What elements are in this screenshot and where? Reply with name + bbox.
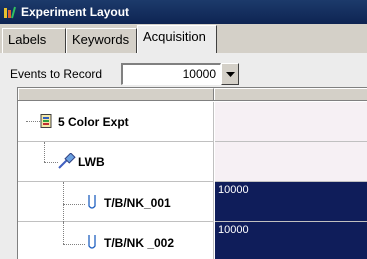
table-row[interactable]: LWB [18,142,367,182]
events-dropdown-button[interactable] [221,63,239,85]
tree-label-tube: T/B/NK _002 [104,236,175,250]
value-cell[interactable] [215,142,367,182]
tree-connector [63,182,64,222]
chevron-down-icon [225,67,235,81]
tab-keywords[interactable]: Keywords [66,28,137,53]
value-cell-selected[interactable]: 10000 [215,222,367,259]
tab-acquisition[interactable]: Acquisition [137,25,217,53]
value-cell[interactable] [215,102,367,142]
tab-strip: Labels Keywords Acquisition [0,24,367,77]
title-bar[interactable]: Experiment Layout [0,0,367,24]
acquisition-grid: 5 Color Expt LWB T/B/NK_001 10000 T/B/NK… [17,87,367,259]
experiment-layout-window: Experiment Layout Labels Keywords Acquis… [0,0,367,259]
tree-connector [44,142,45,162]
table-row[interactable]: T/B/NK _002 10000 [18,222,367,259]
tab-labels[interactable]: Labels [2,28,66,53]
tree-cell: 5 Color Expt [18,102,214,142]
value-cell-selected[interactable]: 10000 [215,182,367,222]
table-row[interactable]: 5 Color Expt [18,102,367,142]
window-title: Experiment Layout [21,5,130,19]
events-to-record-label: Events to Record [10,67,103,81]
tree-label-experiment: 5 Color Expt [58,115,129,129]
tube-icon [88,234,96,253]
grid-header-value-column[interactable] [214,88,367,100]
experiment-layout-icon [3,5,17,19]
tree-connector [26,121,40,122]
events-to-record-input[interactable]: 10000 [121,63,221,85]
tree-connector [44,162,58,163]
experiment-icon [40,114,52,131]
tree-label-specimen: LWB [78,155,105,169]
acquisition-panel: Events to Record 10000 5 Color Expt LWB … [0,53,367,259]
tree-connector [63,204,85,205]
tree-label-tube: T/B/NK_001 [104,196,171,210]
tree-connector [63,222,64,244]
tube-icon [88,194,96,213]
grid-header [18,88,367,101]
tree-cell: T/B/NK_001 [18,182,214,222]
events-to-record-row: Events to Record 10000 [10,62,239,86]
pipette-icon [58,152,76,172]
grid-header-tree-column[interactable] [18,88,214,100]
table-row[interactable]: T/B/NK_001 10000 [18,182,367,222]
tree-connector [63,244,85,245]
tree-cell: T/B/NK _002 [18,222,214,259]
tree-cell: LWB [18,142,214,182]
